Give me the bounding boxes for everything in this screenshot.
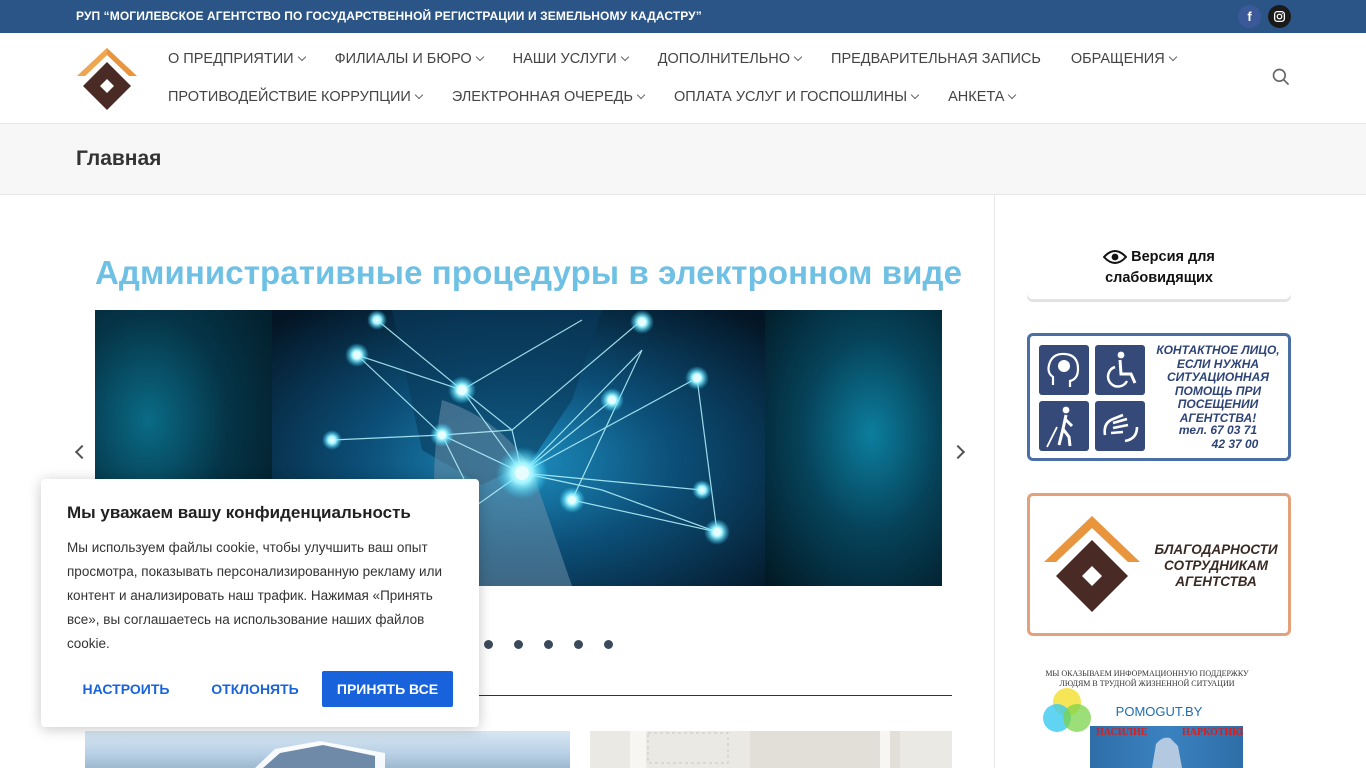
- visually-impaired-version-link[interactable]: Версия для слабовидящих: [1027, 240, 1291, 299]
- chevron-down-icon: [1168, 52, 1177, 62]
- page-title: Главная: [76, 147, 162, 170]
- chevron-down-icon: [620, 52, 629, 62]
- head-brain-icon: [1039, 345, 1089, 395]
- nav-survey[interactable]: АНКЕТА: [948, 89, 1017, 105]
- news-thumbnail-building[interactable]: [85, 731, 570, 768]
- slide-background-right: [765, 310, 942, 586]
- top-bar: РУП “МОГИЛЕВСКОЕ АГЕНТСТВО ПО ГОСУДАРСТВ…: [0, 0, 1366, 33]
- facebook-icon[interactable]: f: [1238, 5, 1261, 28]
- section-headline[interactable]: Административные процедуры в электронном…: [95, 254, 962, 292]
- eye-icon: [1103, 250, 1128, 264]
- cookie-consent-dialog: Мы уважаем вашу конфиденциальность Мы ис…: [41, 479, 479, 727]
- sign-language-icon: [1095, 401, 1145, 451]
- facebook-glyph: f: [1247, 9, 1252, 24]
- blind-person-icon: [1039, 401, 1089, 451]
- employee-thanks-text: БЛАГОДАРНОСТИ СОТРУДНИКАМ АГЕНТСТВА: [1154, 542, 1278, 589]
- nav-payment[interactable]: ОПЛАТА УСЛУГ И ГОСПОШЛИНЫ: [674, 89, 920, 105]
- main-nav-row-1: О ПРЕДПРИЯТИИ ФИЛИАЛЫ И БЮРО НАШИ УСЛУГИ…: [168, 51, 1206, 67]
- chevron-down-icon: [414, 90, 424, 100]
- visually-impaired-label-2: слабовидящих: [1105, 270, 1213, 286]
- slider-dot[interactable]: [604, 640, 613, 649]
- news-thumbnail-map[interactable]: [590, 731, 952, 768]
- cookie-configure-button[interactable]: НАСТРОИТЬ: [67, 671, 185, 707]
- chevron-down-icon: [1008, 90, 1017, 100]
- contact-phone-2: 42 37 00: [1211, 436, 1259, 451]
- slider-prev-arrow[interactable]: [74, 444, 90, 460]
- instagram-icon[interactable]: [1268, 5, 1291, 28]
- slider-next-arrow[interactable]: [950, 444, 966, 460]
- cookie-reject-button[interactable]: ОТКЛОНЯТЬ: [196, 671, 314, 707]
- main-nav-row-2: ПРОТИВОДЕЙСТВИЕ КОРРУПЦИИ ЭЛЕКТРОННАЯ ОЧ…: [168, 89, 1045, 105]
- sidebar-divider: [994, 195, 995, 768]
- cookie-description: Мы используем файлы cookie, чтобы улучши…: [67, 540, 443, 651]
- slider-dot[interactable]: [574, 640, 583, 649]
- search-icon: [1272, 68, 1290, 86]
- nav-appointment[interactable]: ПРЕДВАРИТЕЛЬНАЯ ЗАПИСЬ: [831, 51, 1041, 67]
- nav-about[interactable]: О ПРЕДПРИЯТИИ: [168, 51, 306, 67]
- agency-logo-image: [1044, 516, 1140, 612]
- pomogut-stop-image: НАСИЛИЕ НАРКОТИКИ: [1090, 726, 1243, 768]
- accessibility-contact-text: КОНТАКТНОЕ ЛИЦО, ЕСЛИ НУЖНА СИТУАЦИОННАЯ…: [1156, 343, 1280, 425]
- chevron-down-icon: [793, 52, 803, 62]
- slider-pagination: [484, 640, 634, 649]
- accessibility-contact-banner[interactable]: КОНТАКТНОЕ ЛИЦО, ЕСЛИ НУЖНА СИТУАЦИОННАЯ…: [1027, 333, 1291, 461]
- pomogut-site-name: POMOGUT.BY: [1115, 704, 1203, 719]
- organization-title: РУП “МОГИЛЕВСКОЕ АГЕНТСТВО ПО ГОСУДАРСТВ…: [76, 9, 702, 23]
- nav-appeals[interactable]: ОБРАЩЕНИЯ: [1071, 51, 1177, 67]
- employee-thanks-banner[interactable]: БЛАГОДАРНОСТИ СОТРУДНИКАМ АГЕНТСТВА: [1027, 493, 1291, 636]
- cookie-title: Мы уважаем вашу конфиденциальность: [67, 503, 411, 522]
- chevron-down-icon: [636, 90, 646, 100]
- site-header: О ПРЕДПРИЯТИИ ФИЛИАЛЫ И БЮРО НАШИ УСЛУГИ…: [0, 33, 1366, 124]
- chevron-down-icon: [910, 90, 920, 100]
- chevron-down-icon: [475, 52, 484, 62]
- slider-dot[interactable]: [544, 640, 553, 649]
- page-title-band: Главная: [0, 124, 1366, 195]
- nav-branches[interactable]: ФИЛИАЛЫ И БЮРО: [335, 51, 484, 67]
- chevron-down-icon: [297, 52, 306, 62]
- contact-phone-1: тел. 67 03 71: [1178, 423, 1258, 437]
- wheelchair-icon: [1095, 345, 1145, 395]
- nav-e-queue[interactable]: ЭЛЕКТРОННАЯ ОЧЕРЕДЬ: [452, 89, 646, 105]
- nav-anticorruption[interactable]: ПРОТИВОДЕЙСТВИЕ КОРРУПЦИИ: [168, 89, 424, 105]
- slider-dot[interactable]: [514, 640, 523, 649]
- nav-services[interactable]: НАШИ УСЛУГИ: [513, 51, 629, 67]
- cookie-accept-all-button[interactable]: ПРИНЯТЬ ВСЕ: [322, 671, 453, 707]
- nav-additional[interactable]: ДОПОЛНИТЕЛЬНО: [658, 51, 803, 67]
- section-divider: [475, 695, 952, 696]
- slider-dot[interactable]: [484, 640, 493, 649]
- pomogut-banner[interactable]: МЫ ОКАЗЫВАЕМ ИНФОРМАЦИОННУЮ ПОДДЕРЖКУ ЛЮ…: [1037, 666, 1257, 768]
- visually-impaired-label-1: Версия для: [1131, 249, 1215, 265]
